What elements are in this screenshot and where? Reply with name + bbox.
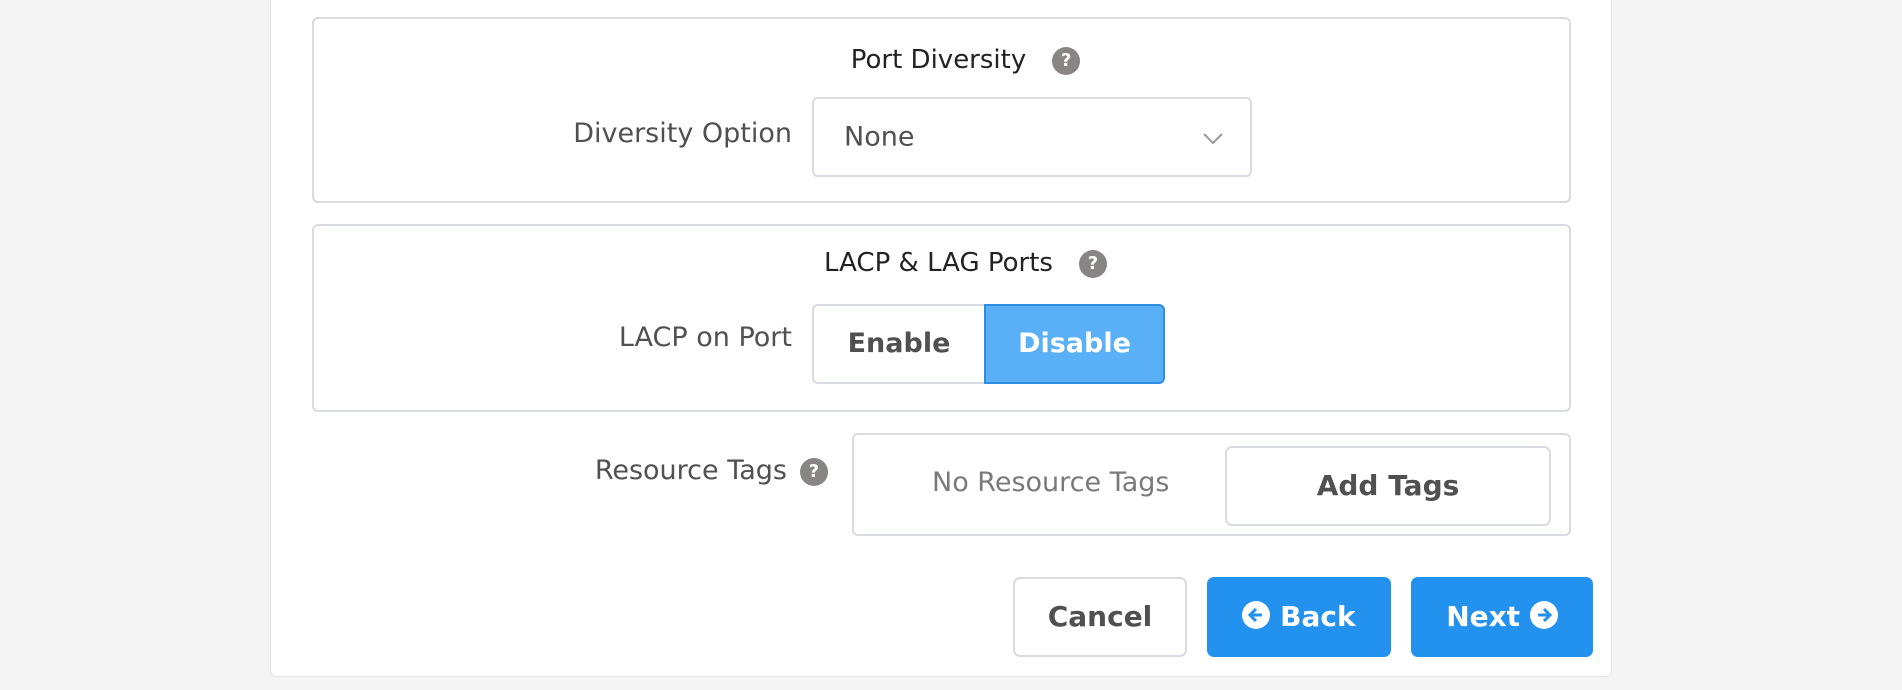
resource-tags-label: Resource Tags — [594, 455, 787, 486]
question-circle-icon[interactable]: ? — [1078, 250, 1107, 278]
no-resource-tags-text: No Resource Tags — [932, 467, 1170, 498]
port-diversity-title: Port Diversity — [850, 45, 1027, 75]
next-button[interactable]: Next — [1411, 577, 1593, 657]
arrow-right-circle-icon — [1529, 601, 1558, 629]
lacp-on-port-label: LACP on Port — [618, 322, 792, 353]
resource-tags-box: No Resource Tags Add Tags — [852, 433, 1571, 536]
lacp-enable-button[interactable]: Enable — [812, 304, 984, 384]
diversity-option-select[interactable]: None — [812, 97, 1252, 177]
port-diversity-panel: Port Diversity ? Diversity Option None — [312, 17, 1571, 203]
diversity-option-label: Diversity Option — [573, 118, 792, 149]
add-tags-button[interactable]: Add Tags — [1225, 446, 1551, 526]
chevron-down-icon — [1203, 133, 1223, 145]
lacp-lag-title: LACP & LAG Ports — [824, 248, 1053, 278]
next-button-label: Next — [1446, 600, 1521, 633]
cancel-button[interactable]: Cancel — [1013, 577, 1187, 657]
back-button-label: Back — [1280, 600, 1356, 633]
form-card: Port Diversity ? Diversity Option None L… — [270, 0, 1612, 677]
lacp-lag-panel: LACP & LAG Ports ? LACP on Port Enable D… — [312, 224, 1571, 412]
arrow-left-circle-icon — [1242, 601, 1271, 629]
question-circle-icon[interactable]: ? — [1052, 47, 1081, 75]
lacp-disable-button[interactable]: Disable — [984, 304, 1165, 384]
back-button[interactable]: Back — [1207, 577, 1391, 657]
question-circle-icon[interactable]: ? — [800, 458, 828, 486]
diversity-option-value: None — [844, 121, 915, 153]
